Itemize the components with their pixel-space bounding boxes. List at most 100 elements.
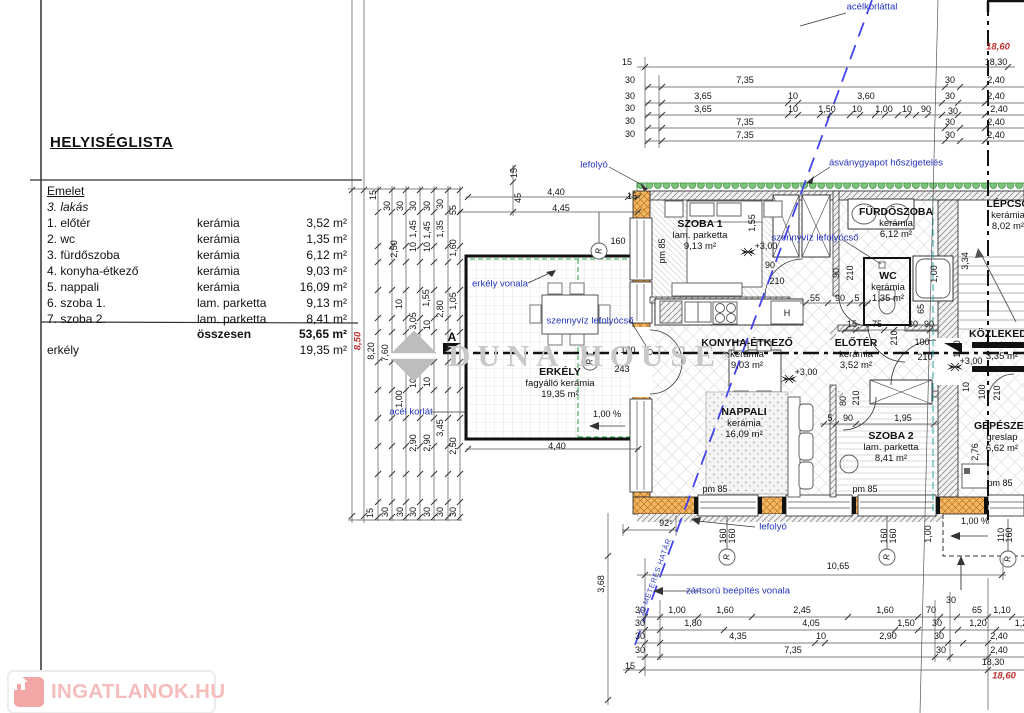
dim-label: 30 [635, 631, 645, 641]
dim-label: 3,68 [596, 575, 606, 593]
room-name: SZOBA 1 [673, 218, 728, 230]
room-list-name: 5. nappali [47, 280, 197, 294]
dim-label: 7,35 [784, 645, 802, 655]
dim-label: 100 [977, 384, 987, 399]
dim-label: 10 [788, 91, 798, 101]
dim-label: 2,40 [987, 130, 1005, 140]
room-list-area: 9,13 m² [289, 296, 347, 310]
red-dim-label: 18,60 [986, 42, 1010, 53]
room-list-row: 7. szoba 2.lam. parketta8,41 m² [47, 312, 347, 326]
room-material: kerámia [701, 349, 793, 360]
dim-label: +3,00 [960, 356, 983, 366]
dim-label: 2,50 [448, 437, 458, 455]
room-area: 3,52 m² [835, 360, 878, 371]
dim-label: R [586, 359, 595, 365]
room-label-block: SZOBA 2lam. parketta8,41 m² [864, 430, 919, 464]
dim-label: A [448, 330, 457, 344]
dim-label: 30 [625, 91, 635, 101]
dim-label: 30 [945, 75, 955, 85]
room-list-area: 16,09 m² [289, 280, 347, 294]
dim-label: 30 [934, 631, 944, 641]
total-area: 53,65 m² [289, 327, 347, 341]
dim-label: 2,40 [987, 75, 1005, 85]
dim-label: R [883, 554, 892, 560]
dim-label: 92⁵ [659, 518, 673, 528]
room-list-area: 8,41 m² [289, 312, 347, 326]
room-list-name: 6. szoba 1. [47, 296, 197, 310]
room-material: kerámia [859, 218, 933, 229]
dim-label: 160 [727, 528, 737, 543]
dim-label: 1,80 [684, 618, 702, 628]
logo-text: INGATLANOK.HU [51, 680, 225, 704]
dim-label: 3,65 [694, 91, 712, 101]
dim-label: 30 [395, 201, 405, 211]
room-area: 8,41 m² [864, 453, 919, 464]
red-dim-label: 18,60 [992, 671, 1016, 682]
dim-label: 90 [835, 293, 845, 303]
dim-label: 1,95 [894, 413, 912, 423]
room-material: kerámia [835, 349, 878, 360]
room-name: KÖZLEKEDŐ [969, 328, 1024, 340]
dim-label: 90 [765, 260, 775, 270]
dim-label: 5 [827, 413, 832, 423]
room-label-block: WCkerámia1,35 m² [871, 270, 905, 304]
room-area: 9,03 m² [701, 360, 793, 371]
dim-label: 30 [422, 507, 432, 517]
dim-label: 15 [625, 661, 635, 671]
dim-label: 8,20 [366, 342, 376, 360]
balcony-row: erkély 19,35 m² [47, 343, 347, 357]
dim-label: 5 [854, 293, 859, 303]
room-area: 6,12 m² [859, 229, 933, 240]
dim-label: 30 [936, 645, 946, 655]
room-list-area: 3,52 m² [289, 216, 347, 230]
dim-label: pm 85 [702, 484, 727, 494]
dim-label: 1,00 % [593, 409, 621, 419]
dim-label: 1,00 [875, 104, 893, 114]
dim-label: 2,80 [435, 300, 445, 318]
dim-label: 3,34 [960, 252, 970, 270]
dim-label: 1,50 [818, 104, 836, 114]
room-name: NAPPALI [721, 406, 766, 418]
room-material: greslap [974, 432, 1024, 443]
dim-label: 18,30 [982, 657, 1005, 667]
dim-label: 15 [847, 319, 857, 329]
room-name: FÜRDŐSZOBA [859, 206, 933, 218]
room-name: WC [871, 270, 905, 282]
room-list-name: 1. előtér [47, 216, 197, 230]
dim-label: 90 [831, 268, 841, 278]
dim-label: 30 [448, 507, 458, 517]
total-label: összesen [197, 327, 289, 341]
dim-label: 30 [625, 116, 635, 126]
room-material: lam. parketta [673, 230, 728, 241]
dim-label: 1,00 [929, 265, 939, 283]
dim-label: 30 [635, 618, 645, 628]
dim-label: 1,2 [1015, 618, 1024, 628]
room-list-row: 3. fürdőszobakerámia6,12 m² [47, 248, 347, 262]
room-list-material: kerámia [197, 248, 289, 262]
room-label-block: FÜRDŐSZOBAkerámia6,12 m² [859, 206, 933, 240]
room-list-material: kerámia [197, 280, 289, 294]
dim-label: 30 [635, 645, 645, 655]
dim-label: 160 [888, 528, 898, 543]
dim-label: pm 85 [987, 478, 1012, 488]
room-name: GÉPÉSZET [974, 420, 1024, 432]
dim-label: 10 [422, 320, 432, 330]
room-label-block: SZOBA 1lam. parketta9,13 m² [673, 218, 728, 252]
room-list-name: 3. fürdőszoba [47, 248, 197, 262]
dim-label: 2,76 [970, 443, 980, 461]
dim-label: 30 [908, 319, 918, 329]
floorplan-sheet: HELYISÉGLISTA Emelet 3. lakás 1. előtérk… [0, 0, 1024, 713]
dim-label: 30 [435, 507, 445, 517]
dim-label: 210 [845, 265, 855, 280]
red-dim-label: 8,50 [353, 332, 364, 351]
room-area: 9,13 m² [673, 241, 728, 252]
dim-label: 30 [625, 129, 635, 139]
dim-label: 10 [408, 378, 418, 388]
dim-label: 1,00 [923, 525, 933, 543]
dim-label: 1,55 [747, 214, 757, 232]
dim-label: 30 [945, 91, 955, 101]
dim-label: 30 [945, 130, 955, 140]
dim-label: 2,90 [408, 434, 418, 452]
room-label-block: ERKÉLYfagyálló kerámia19,35 m² [525, 366, 594, 400]
dim-label: 65 [916, 304, 926, 314]
